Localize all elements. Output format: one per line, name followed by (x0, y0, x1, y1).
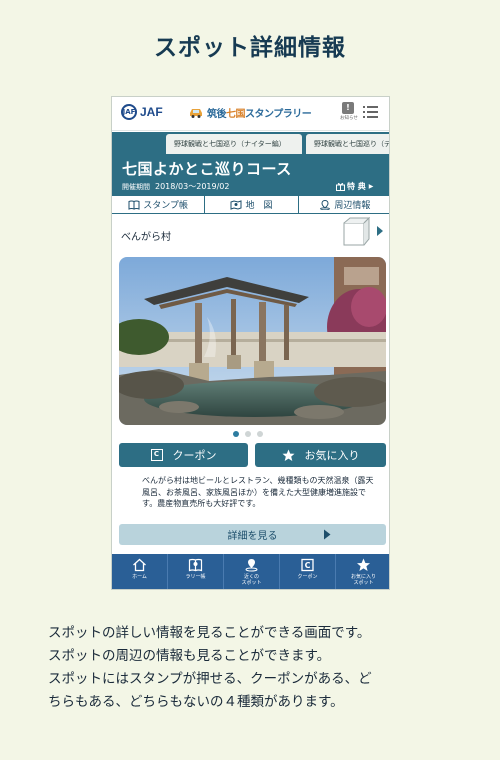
jaf-logo[interactable]: JAF JAF (121, 104, 163, 120)
gift-icon (336, 183, 345, 191)
period-value: 2018/03〜2019/02 (155, 182, 230, 191)
phone-screenshot: JAF JAF 筑後七国スタンプラリー ! お知らせ 野球観戦と七国巡り（ナイタ… (111, 96, 390, 590)
detail-label: 詳細を見る (227, 531, 278, 542)
event-period: 開催期間 2018/03〜2019/02 (122, 181, 229, 192)
coupon-label: クーポン (172, 449, 217, 462)
notice-button[interactable]: ! お知らせ (340, 102, 358, 121)
book-icon (128, 200, 140, 210)
map-button[interactable]: 地 図 (205, 196, 299, 213)
tab-rally-book-label: ラリー帳 (185, 574, 206, 580)
notice-icon: ! (342, 102, 354, 114)
jaf-logo-text: JAF (140, 105, 163, 119)
caption-line: ちらもある、どちらもないの４種類があります。 (48, 694, 344, 710)
stamp-book-label: スタンプ帳 (143, 201, 189, 211)
course-tab-night[interactable]: 野球観戦と七国巡り（ナイター編） (166, 134, 302, 154)
tab-home-label: ホーム (132, 574, 147, 580)
jaf-emblem-icon: JAF (121, 104, 137, 120)
nearby-info-label: 周辺情報 (334, 201, 371, 211)
nearby-info-button[interactable]: 周辺情報 (298, 196, 389, 213)
app-header: JAF JAF 筑後七国スタンプラリー ! お知らせ (112, 97, 389, 131)
detail-button[interactable]: 詳細を見る (119, 524, 386, 545)
course-nav: スタンプ帳 地 図 周辺情報 (112, 195, 389, 214)
location-pin-icon (320, 199, 331, 210)
coupon-icon: C (150, 449, 163, 461)
rally-logo: 筑後七国スタンプラリー (188, 105, 312, 120)
star-icon (282, 449, 294, 461)
photo-pager[interactable] (233, 431, 269, 437)
tab-favorite-spot-label: お気に入り スポット (350, 574, 376, 586)
caption-line: スポットの周辺の情報も見ることができます。 (48, 648, 331, 664)
rally-book-icon (188, 558, 203, 572)
course-panel: 七国よかとこ巡りコース 開催期間 2018/03〜2019/02 特 典 ▶ (112, 154, 389, 195)
bottom-tab-bar: ホーム ラリー帳 近くの スポット C クーポン お気に入り スポット (112, 554, 389, 589)
nearby-spot-icon (245, 559, 258, 572)
favorite-button[interactable]: お気に入り (255, 443, 386, 467)
tokuten-arrow-icon: ▶ (368, 183, 374, 190)
pager-dot[interactable] (245, 431, 251, 437)
map-icon (230, 199, 242, 210)
course-title: 七国よかとこ巡りコース (122, 160, 292, 178)
page-caption: スポットの詳しい情報を見ることができる画面です。 スポットの周辺の情報も見ること… (48, 622, 468, 714)
page-heading: スポット詳細情報 (154, 35, 346, 61)
tab-nearby-spot[interactable]: 近くの スポット (224, 554, 280, 589)
next-spot-arrow-icon[interactable] (376, 225, 384, 237)
tab-favorite-spot[interactable]: お気に入り スポット (336, 554, 389, 589)
spot-photo[interactable] (119, 257, 386, 425)
notice-label: お知らせ (340, 116, 358, 121)
hot-spring-photo (119, 257, 386, 425)
map-label: 地 図 (245, 201, 273, 211)
caption-line: スポットの詳しい情報を見ることができる画面です。 (48, 625, 371, 641)
course-tab-strip: 野球観戦と七国巡り（ナイター編） 野球観戦と七国巡り（デーゲーム編） (112, 132, 389, 154)
favorite-label: お気に入り (304, 449, 360, 462)
tab-coupon-label: クーポン (297, 574, 318, 580)
pager-dot[interactable] (233, 431, 239, 437)
coupon-icon: C (301, 558, 314, 572)
spot-description: べんがら村は地ビールとレストラン、幾種類もの天然温泉（露天風呂、お茶風呂、家族風… (142, 476, 374, 508)
tokuten-button[interactable]: 特 典 ▶ (336, 181, 373, 192)
coupon-button[interactable]: C クーポン (119, 443, 248, 467)
home-icon (133, 558, 146, 572)
rally-title: 筑後七国スタンプラリー (207, 109, 312, 120)
tab-rally-book[interactable]: ラリー帳 (168, 554, 224, 589)
menu-icon[interactable] (363, 105, 378, 119)
pager-dot[interactable] (257, 431, 263, 437)
stamp-book-button[interactable]: スタンプ帳 (112, 196, 206, 213)
stamp-frame-icon (343, 217, 370, 246)
car-icon (190, 109, 202, 118)
tab-home[interactable]: ホーム (112, 554, 168, 589)
star-icon (357, 558, 370, 571)
tokuten-label: 特 典 (347, 182, 366, 191)
caption-line: スポットにはスタンプが押せる、クーポンがある、ど (48, 671, 372, 687)
play-arrow-icon (324, 529, 331, 540)
svg-text:C: C (305, 561, 311, 570)
period-label: 開催期間 (122, 183, 150, 191)
tab-nearby-spot-label: 近くの スポット (241, 574, 262, 586)
spot-name: べんがら村 (121, 232, 171, 243)
tab-coupon[interactable]: C クーポン (280, 554, 336, 589)
course-tab-day[interactable]: 野球観戦と七国巡り（デーゲーム編） (306, 134, 389, 154)
